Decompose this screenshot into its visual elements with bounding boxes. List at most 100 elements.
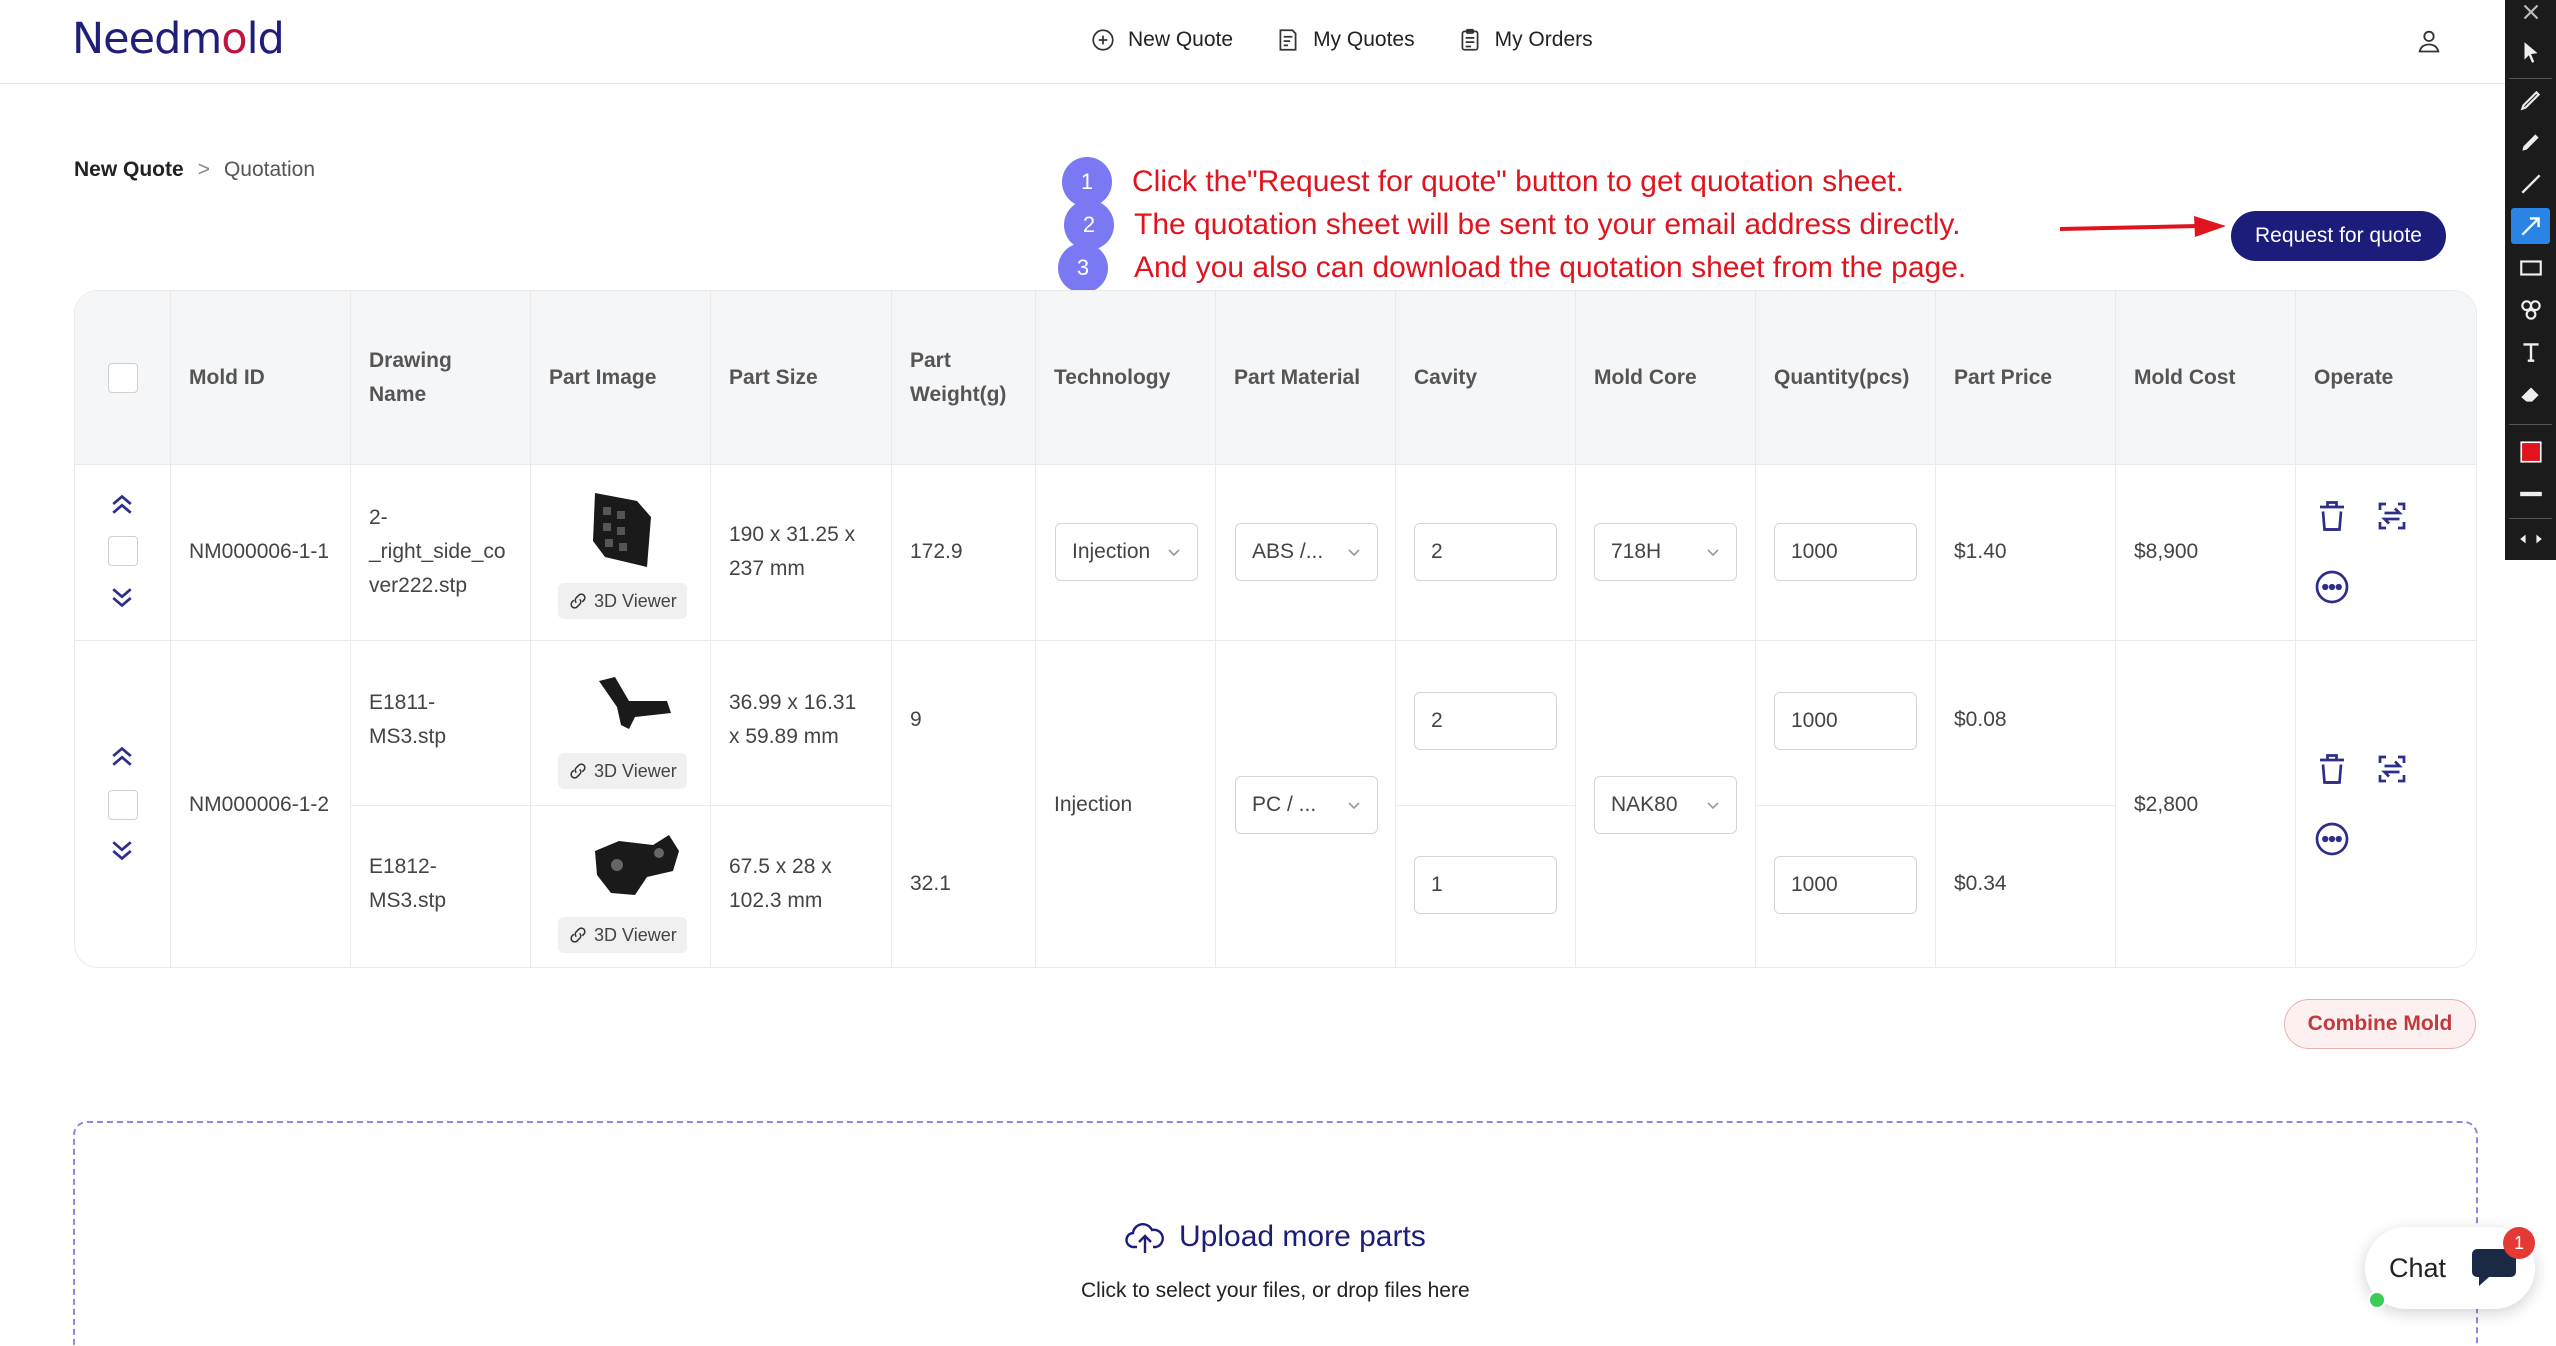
move-down-icon[interactable]	[107, 583, 137, 613]
toolbar-close-button[interactable]	[2511, 0, 2550, 24]
move-up-icon[interactable]	[107, 741, 137, 771]
request-for-quote-button[interactable]: Request for quote	[2231, 211, 2446, 261]
mold-core-select[interactable]: 718H	[1594, 523, 1737, 581]
technology-select[interactable]: Injection	[1055, 523, 1198, 581]
3d-view-icon	[570, 927, 586, 943]
part-size: 67.5 x 28 x 102.3 mm	[729, 855, 832, 912]
nav-new-quote[interactable]: New Quote	[1090, 27, 1233, 53]
3d-view-icon	[570, 763, 586, 779]
toolbar-color-button[interactable]	[2511, 434, 2550, 470]
header-cavity: Cavity	[1395, 291, 1575, 465]
drawing-toolbar	[2505, 0, 2556, 560]
move-up-icon[interactable]	[107, 489, 137, 519]
upload-subtitle: Click to select your files, or drop file…	[1081, 1279, 1470, 1302]
nav-my-orders[interactable]: My Orders	[1457, 27, 1593, 53]
color-swatch-icon	[2519, 441, 2542, 463]
chevron-down-icon	[1707, 802, 1719, 810]
swap-icon[interactable]	[2374, 498, 2410, 534]
quantity-input[interactable]: 1000	[1774, 523, 1917, 581]
main-nav: New Quote My Quotes My Orders	[1090, 27, 1593, 53]
part-image[interactable]	[595, 671, 675, 737]
part-weight: 172.9	[910, 540, 963, 563]
toolbar-eraser-button[interactable]	[2511, 376, 2550, 412]
toolbar-arrow-button[interactable]	[2511, 208, 2550, 244]
nav-my-quotes-label: My Quotes	[1313, 28, 1415, 51]
drawing-name: E1812- MS3.stp	[369, 855, 447, 912]
header-part-price: Part Price	[1935, 291, 2115, 465]
quotation-table: Mold ID Drawing Name Part Image Part Size…	[74, 290, 2477, 968]
mold-core-select[interactable]: NAK80	[1594, 776, 1737, 834]
nav-new-quote-label: New Quote	[1128, 28, 1234, 51]
arrow-tool-icon	[2520, 217, 2540, 236]
chat-label: Chat	[2389, 1252, 2447, 1283]
pencil-icon	[2520, 90, 2540, 111]
quantity-input[interactable]: 1000	[1774, 856, 1917, 914]
upload-dropzone[interactable]: Upload more parts Click to select your f…	[73, 1121, 2478, 1346]
close-icon	[2523, 4, 2538, 20]
combine-mold-button[interactable]: Combine Mold	[2284, 999, 2476, 1049]
stroke-width-icon	[2519, 491, 2542, 497]
3d-viewer-button[interactable]: 3D Viewer	[558, 917, 687, 953]
mold-cost: $8,900	[2134, 540, 2199, 563]
part-weight: 32.1	[910, 872, 951, 895]
upload-title[interactable]: Upload more parts	[1125, 1219, 1426, 1255]
breadcrumb-separator: >	[197, 158, 210, 181]
top-header: Needmold New Quote My Quotes My Orders	[0, 0, 2505, 84]
logo[interactable]: Needmold	[72, 14, 285, 64]
delete-icon[interactable]	[2314, 498, 2350, 534]
material-select[interactable]: PC / ...	[1235, 776, 1378, 834]
online-status-dot	[2368, 1291, 2386, 1309]
toolbar-marker-button[interactable]	[2511, 124, 2550, 160]
toolbar-stroke-width-button[interactable]	[2511, 476, 2550, 512]
3d-viewer-button[interactable]: 3D Viewer	[558, 583, 687, 619]
toolbar-line-button[interactable]	[2511, 166, 2550, 202]
shapes-icon	[2520, 300, 2541, 320]
nav-my-quotes[interactable]: My Quotes	[1275, 27, 1415, 53]
3d-viewer-button[interactable]: 3D Viewer	[558, 753, 687, 789]
drawing-name: E1811- MS3.stp	[369, 691, 447, 748]
header-technology: Technology	[1035, 291, 1215, 465]
part-size: 36.99 x 16.31 x 59.89 mm	[729, 691, 857, 748]
material-select[interactable]: ABS /...	[1235, 523, 1378, 581]
toolbar-pointer-button[interactable]	[2511, 34, 2550, 70]
technology-value: Injection	[1054, 793, 1133, 816]
annotation-text-1: Click the"Request for quote" button to g…	[1132, 165, 1904, 198]
toolbar-expand-button[interactable]	[2511, 524, 2550, 554]
breadcrumb-new-quote[interactable]: New Quote	[74, 158, 184, 182]
more-icon[interactable]	[2314, 569, 2350, 605]
plus-circle-icon	[1092, 29, 1114, 51]
nav-my-orders-label: My Orders	[1494, 28, 1593, 51]
chevron-down-icon	[1168, 549, 1180, 557]
annotation-text-2: The quotation sheet will be sent to your…	[1134, 208, 1961, 241]
header-quantity: Quantity(pcs)	[1755, 291, 1935, 465]
chevron-down-icon	[1348, 549, 1360, 557]
row-checkbox[interactable]	[108, 536, 138, 566]
toolbar-pencil-button[interactable]	[2511, 82, 2550, 118]
cloud-upload-icon	[1125, 1223, 1164, 1253]
drawing-name: 2- _right_side_co ver222.stp	[369, 506, 506, 597]
delete-icon[interactable]	[2314, 751, 2350, 787]
row-checkbox[interactable]	[108, 790, 138, 820]
more-icon[interactable]	[2314, 821, 2350, 857]
marker-icon	[2521, 134, 2539, 151]
quote-doc-icon	[1279, 29, 1297, 51]
swap-icon[interactable]	[2374, 751, 2410, 787]
clipboard-icon	[1461, 28, 1479, 51]
chevron-down-icon	[1707, 549, 1719, 557]
user-icon[interactable]	[2415, 27, 2443, 55]
cavity-input[interactable]: 1	[1414, 856, 1557, 914]
toolbar-text-button[interactable]	[2511, 334, 2550, 370]
part-size: 190 x 31.25 x 237 mm	[729, 523, 856, 580]
part-price: $0.34	[1954, 872, 2007, 895]
quantity-input[interactable]: 1000	[1774, 692, 1917, 750]
expand-horizontal-icon	[2519, 534, 2542, 544]
move-down-icon[interactable]	[107, 836, 137, 866]
select-all-checkbox[interactable]	[108, 363, 138, 393]
toolbar-shapes-button[interactable]	[2511, 292, 2550, 328]
cavity-input[interactable]: 2	[1414, 523, 1557, 581]
part-image[interactable]	[585, 487, 659, 573]
toolbar-rectangle-button[interactable]	[2511, 250, 2550, 286]
part-image[interactable]	[589, 831, 681, 901]
cavity-input[interactable]: 2	[1414, 692, 1557, 750]
part-weight: 9	[910, 708, 922, 731]
